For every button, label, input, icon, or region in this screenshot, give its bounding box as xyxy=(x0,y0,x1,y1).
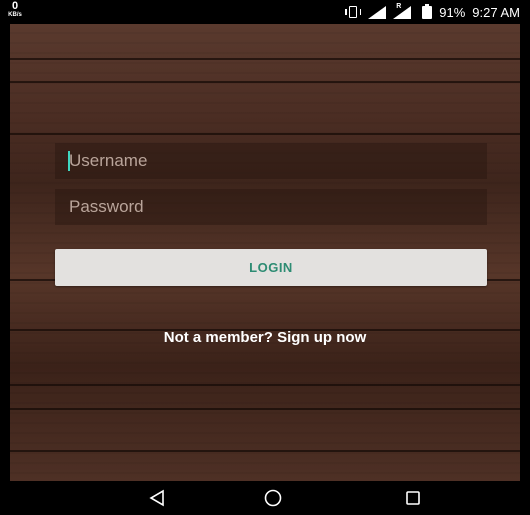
signal-icon xyxy=(368,5,387,19)
signup-link[interactable]: Not a member? Sign up now xyxy=(10,329,520,346)
battery-percent: 91% xyxy=(439,4,466,20)
clock: 9:27 AM xyxy=(472,4,520,20)
plank-divider xyxy=(10,133,520,135)
data-speed-unit: KB/s xyxy=(8,12,22,18)
vibrate-icon xyxy=(345,6,362,18)
status-icons: R 91% 9:27 AM xyxy=(345,3,520,21)
username-input[interactable]: Username xyxy=(55,143,487,179)
plank-divider xyxy=(10,450,520,452)
battery-icon xyxy=(422,3,433,19)
home-icon xyxy=(264,489,282,507)
plank-divider xyxy=(10,384,520,386)
back-icon xyxy=(149,489,164,507)
plank-divider xyxy=(10,408,520,410)
username-placeholder: Username xyxy=(69,151,148,170)
back-button[interactable] xyxy=(137,481,177,515)
plank-divider xyxy=(10,58,520,60)
login-button[interactable]: LOGIN xyxy=(55,249,487,286)
recents-icon xyxy=(406,491,420,505)
navigation-bar xyxy=(10,481,520,515)
status-bar: 0 KB/s R 91% 9:27 AM xyxy=(0,0,530,24)
roaming-label: R xyxy=(396,2,402,10)
password-placeholder: Password xyxy=(69,197,144,216)
roaming-signal-icon: R xyxy=(393,2,412,19)
data-speed-indicator: 0 KB/s xyxy=(6,0,24,19)
recents-button[interactable] xyxy=(393,481,433,515)
home-button[interactable] xyxy=(253,481,293,515)
wood-background: Username Password LOGIN Not a member? Si… xyxy=(10,24,520,481)
password-input[interactable]: Password xyxy=(55,189,487,225)
plank-divider xyxy=(10,81,520,83)
data-speed-value: 0 xyxy=(11,0,19,12)
